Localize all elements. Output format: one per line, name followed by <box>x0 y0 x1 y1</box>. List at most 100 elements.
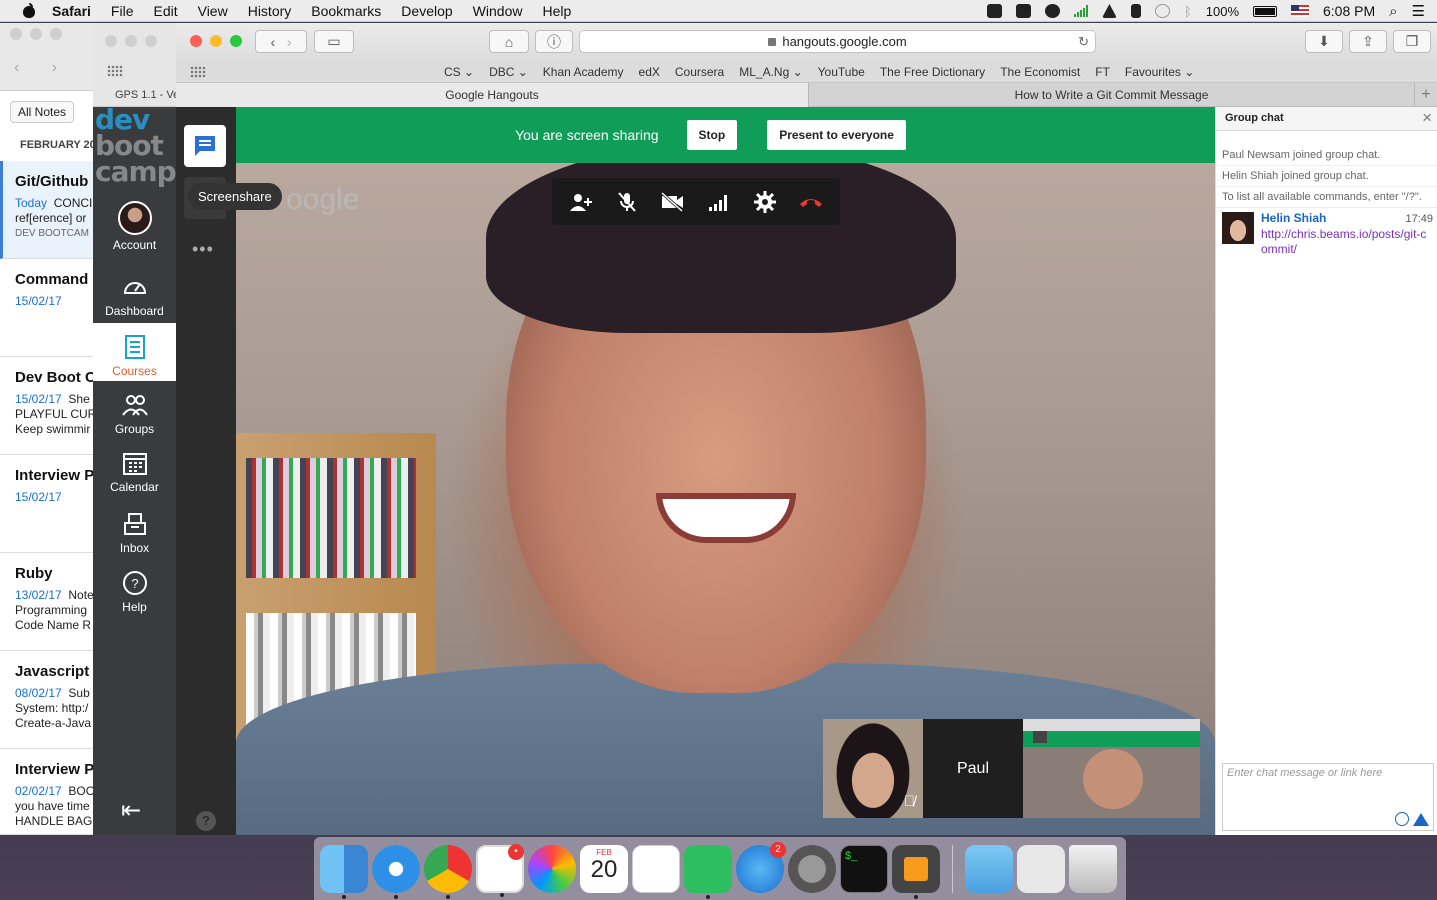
calendar-app-icon[interactable]: FEB 20 <box>580 844 628 893</box>
address-bar[interactable]: hangouts.google.com ↻ <box>579 30 1096 53</box>
sidebar-toggle-button[interactable]: ▭ <box>314 30 354 53</box>
zoom-button[interactable] <box>145 35 157 47</box>
zoom-button[interactable] <box>50 28 62 40</box>
nav-account[interactable]: Account <box>93 201 176 252</box>
settings-button[interactable] <box>751 188 779 216</box>
participant-thumbnail-self[interactable]: 🎙̸ <box>823 719 923 818</box>
finder-icon[interactable] <box>320 844 368 899</box>
menu-app-name[interactable]: Safari <box>52 3 91 19</box>
bluetooth-icon[interactable]: ᛒ <box>1184 4 1192 19</box>
nav-help[interactable]: ? Help <box>93 569 176 614</box>
help-icon[interactable]: ? <box>196 811 216 831</box>
nav-calendar[interactable]: Calendar <box>93 449 176 494</box>
zoom-button[interactable] <box>230 35 242 47</box>
onepassword-status-icon[interactable] <box>1044 4 1060 18</box>
collapse-sidebar-icon[interactable]: ⇤ <box>121 796 141 825</box>
slack-icon[interactable]: • <box>476 843 524 897</box>
bookmark-cs[interactable]: CS ⌄ <box>444 65 474 79</box>
bookmark-edx[interactable]: edX <box>639 65 660 79</box>
tab-google-hangouts[interactable]: Google Hangouts <box>176 83 809 107</box>
apple-menu-icon[interactable] <box>20 2 38 19</box>
bookmark-economist[interactable]: The Economist <box>1000 65 1080 79</box>
menu-develop[interactable]: Develop <box>401 3 452 19</box>
evernote-icon[interactable] <box>684 844 732 899</box>
notes-window-controls[interactable] <box>10 28 62 40</box>
bookmark-coursera[interactable]: Coursera <box>675 65 724 79</box>
notification-center-icon[interactable]: ☰ <box>1412 2 1425 20</box>
evernote-status-icon[interactable] <box>986 4 1002 18</box>
lock-status-icon[interactable] <box>1130 4 1141 18</box>
chat-message-link[interactable]: http://chris.beams.io/posts/git-commit/ <box>1261 227 1433 257</box>
menu-bookmarks[interactable]: Bookmarks <box>311 3 381 19</box>
add-people-button[interactable] <box>567 188 595 216</box>
chat-toggle-button[interactable] <box>184 125 226 167</box>
password-manager-button[interactable]: ⓘ <box>535 30 573 53</box>
bookmark-free-dictionary[interactable]: The Free Dictionary <box>880 65 985 79</box>
back-forward-buttons[interactable]: ‹ › <box>255 30 307 53</box>
reminders-icon[interactable] <box>632 844 680 893</box>
folder-icon[interactable] <box>965 844 1013 893</box>
nav-dashboard[interactable]: Dashboard <box>93 273 176 318</box>
chat-sender-name[interactable]: Helin Shiah <box>1261 211 1326 225</box>
bookmark-ft[interactable]: FT <box>1095 65 1110 79</box>
new-tab-button[interactable]: + <box>1415 83 1437 107</box>
back-arrow-icon[interactable]: ‹ <box>270 34 275 50</box>
hang-up-button[interactable] <box>797 188 825 216</box>
mute-mic-button[interactable] <box>613 188 641 216</box>
bookmark-ml[interactable]: ML_A.Ng ⌄ <box>739 65 802 79</box>
downloads-button[interactable]: ⬇ <box>1305 30 1343 53</box>
participant-thumbnail-paul[interactable]: Paul <box>923 719 1023 818</box>
close-chat-icon[interactable]: × <box>1422 108 1432 128</box>
system-preferences-icon[interactable] <box>788 844 836 893</box>
google-drive-status-icon[interactable] <box>1101 4 1117 18</box>
more-options-icon[interactable]: ••• <box>192 239 214 260</box>
bookmark-dbc[interactable]: DBC ⌄ <box>489 65 528 79</box>
nav-courses[interactable]: Courses <box>93 323 176 381</box>
menu-view[interactable]: View <box>198 3 228 19</box>
chat-message-input[interactable]: Enter chat message or link here <box>1222 763 1434 831</box>
photos-icon[interactable] <box>528 844 576 893</box>
top-sites-grid-icon[interactable] <box>190 66 206 78</box>
sublime-text-icon[interactable] <box>892 844 940 899</box>
tabs-overview-button[interactable]: ❐ <box>1393 30 1431 53</box>
toggle-camera-button[interactable] <box>659 188 687 216</box>
bookmark-youtube[interactable]: YouTube <box>818 65 865 79</box>
menu-help[interactable]: Help <box>542 3 571 19</box>
reload-icon[interactable]: ↻ <box>1078 34 1089 50</box>
nav-groups[interactable]: Groups <box>93 391 176 436</box>
clock[interactable]: 6:08 PM <box>1323 3 1375 19</box>
time-machine-icon[interactable] <box>1154 4 1170 18</box>
battery-percent[interactable]: 100% <box>1206 4 1239 19</box>
emoji-icon[interactable] <box>1395 812 1409 826</box>
menu-file[interactable]: File <box>111 3 134 19</box>
signal-strength-icon[interactable] <box>1073 5 1088 17</box>
chrome-icon[interactable] <box>424 844 472 899</box>
menu-history[interactable]: History <box>248 3 292 19</box>
all-notes-button[interactable]: All Notes <box>10 101 75 123</box>
bookmark-favourites[interactable]: Favourites ⌄ <box>1125 65 1194 79</box>
grid-icon[interactable] <box>107 65 123 77</box>
participant-thumbnail-screenshare[interactable] <box>1023 719 1200 818</box>
safari-icon[interactable] <box>372 844 420 899</box>
minimize-button[interactable] <box>210 35 222 47</box>
background-tab-title[interactable]: GPS 1.1 - Ve <box>115 89 179 101</box>
home-button[interactable]: ⌂ <box>489 30 529 53</box>
spotlight-search-icon[interactable]: ⌕ <box>1389 3 1397 20</box>
battery-icon[interactable] <box>1253 5 1277 17</box>
close-button[interactable] <box>10 28 22 40</box>
close-button[interactable] <box>105 35 117 47</box>
background-window-controls[interactable] <box>105 35 157 47</box>
trash-icon[interactable] <box>1069 844 1117 893</box>
bandwidth-button[interactable] <box>705 188 733 216</box>
notes-nav-arrows-icon[interactable]: ‹ › <box>14 59 71 77</box>
input-source-flag-icon[interactable] <box>1291 5 1309 17</box>
google-drive-icon[interactable] <box>1413 813 1429 826</box>
menu-window[interactable]: Window <box>473 3 523 19</box>
share-button[interactable]: ⇪ <box>1349 30 1387 53</box>
menu-edit[interactable]: Edit <box>153 3 177 19</box>
nav-inbox[interactable]: Inbox <box>93 510 176 555</box>
app-store-icon[interactable]: 2 <box>736 841 786 893</box>
minimize-button[interactable] <box>125 35 137 47</box>
present-to-everyone-button[interactable]: Present to everyone <box>767 120 906 150</box>
tab-git-commit-message[interactable]: How to Write a Git Commit Message <box>809 83 1415 107</box>
